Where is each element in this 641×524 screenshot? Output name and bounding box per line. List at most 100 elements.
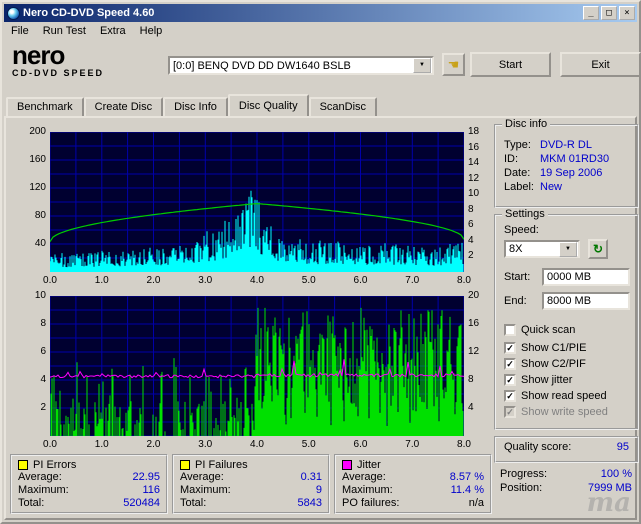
stat-row-average: Average: 0.31	[180, 471, 322, 484]
exit-button[interactable]: Exit	[560, 52, 641, 77]
disc-info-row-date: Date: 19 Sep 2006	[504, 166, 631, 180]
unchecked-checkbox-icon[interactable]	[504, 324, 516, 336]
checked-checkbox-icon[interactable]: ✓	[504, 390, 516, 402]
checkbox-label: Show jitter	[521, 374, 573, 386]
jitter-axis-tick: 16	[468, 318, 480, 329]
capacity-axis-tick: 8.0	[457, 439, 471, 450]
disc-info-label: ID:	[504, 153, 519, 165]
menu-run-test[interactable]: Run Test	[36, 23, 93, 39]
capacity-axis-tick: 7.0	[405, 275, 420, 286]
tab-disc-info[interactable]: Disc Info	[163, 97, 228, 116]
nero-logo-text: nero	[12, 40, 65, 70]
checked-checkbox-icon[interactable]: ✓	[504, 374, 516, 386]
menu-file[interactable]: File	[4, 23, 36, 39]
checkbox-quick-scan[interactable]: Quick scan	[504, 324, 575, 336]
stat-row-po-failures: PO failures: n/a	[342, 497, 484, 510]
checked-checkbox-icon[interactable]: ✓	[504, 342, 516, 354]
checked-checkbox-icon: ✓	[504, 406, 516, 418]
drive-selector[interactable]: [0:0] BENQ DVD DD DW1640 BSLB ▼	[168, 56, 434, 75]
chevron-down-icon[interactable]: ▼	[413, 58, 431, 73]
stat-value: 8.57 %	[449, 471, 484, 483]
maximize-button[interactable]: □	[601, 6, 617, 20]
disc-info-row-id: ID: MKM 01RD30	[504, 152, 631, 166]
capacity-axis-tick: 6.0	[353, 439, 368, 450]
speed-axis-tick: 8	[468, 203, 474, 215]
window-title: Nero CD-DVD Speed 4.60	[23, 7, 155, 19]
quality-score-label: Quality score:	[504, 441, 572, 453]
speed-axis-tick: 6	[468, 219, 474, 231]
capacity-axis-tick: 1.0	[94, 275, 109, 286]
capacity-axis-tick: 4.0	[250, 439, 264, 450]
stat-label: PO failures:	[342, 497, 400, 509]
tab-scandisc[interactable]: ScanDisc	[308, 97, 378, 116]
speed-select[interactable]: 8X ▼	[504, 240, 580, 258]
capacity-axis-tick: 0.0	[43, 275, 57, 286]
pif-jitter-plot	[50, 296, 464, 436]
minimize-button[interactable]: _	[583, 6, 599, 20]
tab-create-disc[interactable]: Create Disc	[83, 97, 164, 116]
disc-info-value: MKM 01RD30	[540, 153, 610, 165]
speed-axis-tick: 12	[468, 172, 480, 184]
quality-score-group: Quality score: 95	[494, 436, 639, 463]
jitter-axis-tick: 8	[468, 374, 474, 385]
status-row-progress: Progress: 100 %	[500, 468, 632, 481]
disc-info-row-label: Label: New	[504, 180, 631, 194]
pif-axis-tick: 6	[40, 346, 46, 357]
stat-label: Maximum:	[180, 484, 231, 496]
speed-axis-tick: 14	[468, 157, 480, 169]
stat-row-maximum: Maximum: 9	[180, 484, 322, 497]
stat-label: Average:	[180, 471, 224, 483]
stat-value: 5843	[297, 497, 322, 509]
legend-swatch-icon	[18, 459, 28, 470]
disc-info-value: New	[540, 181, 563, 193]
start-position-field[interactable]: 0000 MB	[542, 268, 630, 286]
drive-selector-value: [0:0] BENQ DVD DD DW1640 BSLB	[173, 59, 351, 72]
tab-disc-quality[interactable]: Disc Quality	[227, 94, 309, 116]
titlebar[interactable]: Nero CD-DVD Speed 4.60 _ □ ×	[4, 4, 637, 22]
capacity-axis-tick: 4.0	[250, 275, 264, 286]
refresh-speed-button[interactable]: ↻	[588, 239, 608, 259]
speed-axis-tick: 16	[468, 141, 480, 153]
stat-row-maximum: Maximum: 11.4 %	[342, 484, 484, 497]
pif-axis-tick: 2	[40, 402, 46, 413]
chevron-down-icon[interactable]: ▼	[559, 241, 577, 257]
checkbox-show-read-speed[interactable]: ✓ Show read speed	[504, 390, 607, 402]
disc-info-group: Disc info Type: DVD-R DL ID: MKM 01RD30 Date…	[494, 118, 639, 208]
hand-pointer-button[interactable]: ☚	[442, 53, 465, 76]
stat-row-maximum: Maximum: 116	[18, 484, 160, 497]
capacity-axis-tick: 3.0	[198, 275, 213, 286]
capacity-axis-tick: 5.0	[301, 275, 316, 286]
checked-checkbox-icon[interactable]: ✓	[504, 358, 516, 370]
stat-label: Maximum:	[18, 484, 69, 496]
stat-box-header: PI Failures	[180, 458, 322, 471]
settings-group: Settings Speed: 8X ▼ ↻ Start: 0000 MB En…	[494, 208, 639, 430]
disc-info-label: Type:	[504, 139, 531, 151]
close-button[interactable]: ×	[619, 6, 635, 20]
menu-help[interactable]: Help	[133, 23, 170, 39]
jitter-axis-tick: 12	[468, 346, 480, 357]
speed-axis-tick: 10	[468, 188, 480, 200]
checkbox-show-jitter[interactable]: ✓ Show jitter	[504, 374, 572, 386]
stat-row-total: Total: 520484	[18, 497, 160, 510]
menu-extra[interactable]: Extra	[93, 23, 133, 39]
stat-label: Total:	[18, 497, 45, 509]
stat-row-average: Average: 8.57 %	[342, 471, 484, 484]
status-label: Position:	[500, 482, 543, 494]
start-button[interactable]: Start	[470, 52, 551, 77]
checkbox-label: Show C2/PIF	[521, 358, 586, 370]
pie-axis-tick: 40	[34, 238, 46, 249]
pif-axis-tick: 4	[40, 374, 46, 385]
stat-box-jitter: Jitter Average: 8.57 % Maximum: 11.4 % PO fai…	[334, 454, 492, 514]
disc-info-rows: Type: DVD-R DL ID: MKM 01RD30 Date: 19 Sep 20…	[504, 138, 631, 194]
capacity-axis-tick: 2.0	[146, 275, 161, 286]
checkbox-show-c2-pif[interactable]: ✓ Show C2/PIF	[504, 358, 586, 370]
stat-value: 9	[315, 484, 322, 496]
end-position-field[interactable]: 8000 MB	[542, 292, 630, 310]
speed-axis-tick: 18	[468, 126, 480, 137]
checkbox-show-c1-pie[interactable]: ✓ Show C1/PIE	[504, 342, 586, 354]
cddvd-speed-logo-text: CD-DVD SPEED	[12, 68, 105, 78]
start-position-label: Start:	[504, 271, 531, 283]
tab-benchmark[interactable]: Benchmark	[6, 97, 84, 116]
quality-score-value: 95	[616, 441, 629, 453]
pie-axis-tick: 80	[34, 210, 46, 221]
